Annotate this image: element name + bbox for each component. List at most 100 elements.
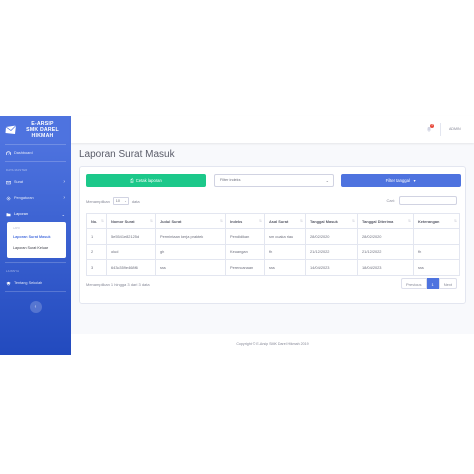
- sort-icon: ⇅: [299, 218, 303, 223]
- sort-icon: ⇅: [453, 218, 457, 223]
- sidebar-heading-lainnya: LAINNYA: [6, 269, 20, 273]
- column-header[interactable]: No. ⇅: [86, 213, 107, 229]
- table-cell: 14/04/2023: [305, 259, 358, 276]
- print-icon: ⎙: [130, 178, 134, 183]
- table-cell: 28/02/2020: [305, 228, 358, 245]
- column-header-label: No.: [91, 218, 98, 224]
- report-card: ⎙ Cetak laporan Filter indeks ⌄ Filter t…: [79, 166, 466, 304]
- column-header[interactable]: Tanggal Masuk ⇅: [305, 213, 358, 229]
- column-header[interactable]: Keterangan ⇅: [413, 213, 460, 229]
- page-title: Laporan Surat Masuk: [79, 149, 175, 160]
- table-cell: 3: [86, 259, 107, 276]
- table-cell: sss: [264, 259, 306, 276]
- column-header[interactable]: Judul Surat ⇅: [155, 213, 226, 229]
- sidebar-toggle-button[interactable]: ‹: [29, 301, 42, 313]
- caret-down-icon: ▼: [412, 178, 417, 183]
- school-icon: [6, 281, 11, 285]
- table-cell: Pendidikan: [225, 228, 265, 245]
- table-cell: sm cuaka riau: [264, 228, 306, 245]
- chevron-left-icon: ‹: [34, 304, 37, 310]
- column-header[interactable]: Asal Surat ⇅: [264, 213, 306, 229]
- sidebar-item-tentang[interactable]: Tentang Sekolah: [0, 275, 71, 291]
- column-header[interactable]: Indeks ⇅: [225, 213, 265, 229]
- brand-title: E-ARSIP SMK DAREL HIKMAH: [20, 121, 65, 139]
- table-cell: olud: [106, 243, 156, 260]
- chevron-right-icon: ›: [63, 195, 65, 201]
- table-info: Menampilkan 1 hingga 3 dari 3 data: [86, 282, 150, 287]
- table-row: 2 olud gh Keuangan fh 21/12/2022 21/12/2…: [86, 243, 460, 260]
- main-content: 3 ADMIN Laporan Surat Masuk ⎙ Cetak lapo…: [71, 116, 474, 355]
- table-cell: 28/02/2020: [357, 228, 414, 245]
- sidebar-brand[interactable]: E-ARSIP SMK DAREL HIKMAH: [0, 116, 71, 144]
- table-cell: Keuangan: [225, 243, 265, 260]
- pagination-page-1[interactable]: 1: [426, 278, 439, 289]
- sidebar-item-laporan[interactable]: Laporan ⌄: [0, 206, 71, 222]
- sidebar-divider: [5, 291, 66, 292]
- date-filter-label: Filter tanggal: [385, 178, 410, 183]
- sidebar-item-label: Pengaturan: [14, 196, 34, 200]
- sort-icon: ⇅: [258, 218, 262, 223]
- sidebar-heading-master: DATA MASTER: [6, 168, 28, 172]
- laporan-submenu: LAPO Laporan Surat Masuk Laporan Surat K…: [7, 222, 66, 258]
- sidebar-item-label: Laporan: [14, 212, 28, 216]
- dashboard-icon: [6, 150, 11, 155]
- sidebar-item-label: Tentang Sekolah: [14, 281, 43, 285]
- submenu-item-laporan-masuk[interactable]: Laporan Surat Masuk: [7, 232, 66, 243]
- date-filter-button[interactable]: Filter tanggal ▼: [341, 174, 461, 187]
- chevron-down-icon: ⌄: [124, 199, 127, 203]
- index-filter-select[interactable]: Filter indeks ⌄: [214, 174, 334, 187]
- table-cell: Permintaan kerja praktek: [155, 228, 226, 245]
- column-header-label: Asal Surat: [269, 218, 289, 224]
- notification-badge: 3: [430, 124, 434, 128]
- length-prefix: Menampilkan: [86, 198, 110, 204]
- table-row: 1 5e5541e82125d Permintaan kerja praktek…: [86, 228, 460, 245]
- chevron-right-icon: ›: [63, 179, 65, 185]
- column-header-label: Nomor Surat: [111, 218, 135, 224]
- column-header-label: Keterangan: [418, 218, 440, 224]
- sort-icon: ⇅: [351, 218, 355, 223]
- table-cell: gh: [155, 243, 226, 260]
- topbar: 3 ADMIN: [71, 116, 474, 143]
- table-cell: 1: [86, 228, 107, 245]
- print-report-button[interactable]: ⎙ Cetak laporan: [86, 174, 206, 187]
- topbar-divider: [440, 123, 441, 136]
- sidebar-divider: [5, 161, 66, 162]
- pagination-previous[interactable]: Previous: [400, 278, 427, 289]
- table-cell: sss: [155, 259, 226, 276]
- column-header-label: Judul Surat: [160, 218, 182, 224]
- user-menu[interactable]: ADMIN: [449, 127, 461, 131]
- column-header-label: Indeks: [230, 218, 243, 224]
- sidebar-divider: [5, 262, 66, 263]
- column-header[interactable]: Tanggal Diterima ⇅: [357, 213, 414, 229]
- sidebar-item-label: Dashboard: [14, 151, 33, 155]
- search-input[interactable]: [399, 196, 457, 205]
- table-cell: 18/04/2023: [357, 259, 414, 276]
- envelope-icon: [5, 125, 17, 134]
- table-cell: [413, 228, 460, 245]
- pagination-next[interactable]: Next: [438, 278, 457, 289]
- index-filter-value: Filter indeks: [220, 178, 241, 182]
- sort-icon: ⇅: [219, 218, 223, 223]
- report-table: No. ⇅ Nomor Surat ⇅ Judul Surat ⇅ Indeks ⇅ A…: [86, 213, 460, 276]
- table-row: 3 643c359e468f6 sss Perencanaan sss 14/0…: [86, 259, 460, 276]
- table-cell: fh: [413, 243, 460, 260]
- table-cell: fh: [264, 243, 306, 260]
- table-cell: 21/12/2022: [305, 243, 358, 260]
- sidebar-item-pengaturan[interactable]: Pengaturan ›: [0, 190, 71, 206]
- copyright-text: Copyright © E-Arsip SMK Darel Hikmah 201…: [236, 342, 309, 346]
- table-search: Cari:: [387, 196, 457, 205]
- search-label: Cari:: [386, 198, 395, 203]
- sidebar-item-surat[interactable]: Surat ›: [0, 174, 71, 190]
- column-header[interactable]: Nomor Surat ⇅: [106, 213, 156, 229]
- sort-icon: ⇅: [100, 218, 104, 223]
- gear-icon: [6, 196, 11, 200]
- column-header-label: Tanggal Diterima: [362, 218, 394, 224]
- table-cell: Perencanaan: [225, 259, 265, 276]
- table-cell: sss: [413, 259, 460, 276]
- submenu-item-laporan-keluar[interactable]: Laporan Surat Keluar: [7, 243, 66, 254]
- sidebar-item-dashboard[interactable]: Dashboard: [0, 145, 71, 161]
- page-length-select[interactable]: 10 ⌄: [112, 197, 129, 205]
- chevron-down-icon: ⌄: [325, 178, 329, 183]
- sidebar-item-label: Surat: [14, 180, 24, 184]
- pagination: Previous 1 Next: [400, 278, 457, 289]
